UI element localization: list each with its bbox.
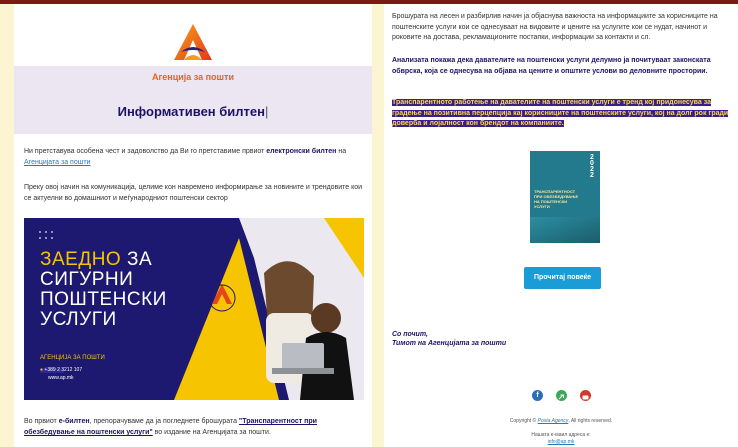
intro-paragraph-2: Преку овој начин на комуникација, целиме…: [24, 184, 363, 202]
read-more-button[interactable]: Прочитај повеќе: [524, 267, 601, 289]
banner-agency: АГЕНЦИЈА ЗА ПОШТИ: [40, 355, 105, 361]
newsletter-right-column: Брошурата на лесен и разбирлив начин ја …: [384, 4, 738, 447]
analysis-paragraph: Анализата покажа дека давателите на пошт…: [392, 57, 711, 75]
website-icon[interactable]: [556, 390, 567, 401]
facebook-icon[interactable]: f: [532, 390, 543, 401]
copyright-link[interactable]: Posta Agency: [538, 418, 569, 424]
copyright: Copyright © Posta Agency, All rights res…: [509, 418, 613, 424]
brochure-description: Брошурата на лесен и разбирлив начин ја …: [392, 13, 718, 41]
banner-phone: ● +389 2 3212 107: [40, 367, 83, 373]
agency-name: Агенција за пошти: [152, 72, 234, 82]
email-label: Нашата е-маил адреса е:: [531, 432, 591, 438]
agency-logo-icon: [174, 24, 212, 60]
signature-line-1: Со почит,: [392, 331, 428, 338]
cover-year: 2022: [590, 154, 594, 179]
banner-web: www.ap.mk: [48, 375, 74, 381]
cover-title: ТРАНСПАРЕНТНОСТ ПРИ ОБЕЗБЕДУВАЊЕ НА ПОШТ…: [534, 189, 579, 209]
brochure-cover[interactable]: 2022 ТРАНСПАРЕНТНОСТ ПРИ ОБЕЗБЕДУВАЊЕ НА…: [530, 151, 600, 243]
footer-panel: Со почит, Тимот на Агенцијата за пошти f…: [384, 301, 738, 447]
youtube-icon[interactable]: [580, 390, 591, 401]
signature-line-2: Тимот на Агенцијата за пошти: [392, 340, 507, 347]
logo-area: [14, 8, 372, 70]
intro-paragraph-1: Ни претставува особена чест и задоволств…: [24, 148, 347, 166]
email-link[interactable]: info@ap.mk: [384, 439, 738, 445]
newsletter-left-column: Агенција за пошти Информативен билтен| Н…: [14, 4, 372, 447]
campaign-banner: ЗАЕДНО ЗА СИГУРНИ ПОШТЕНСКИ УСЛУГИ АГЕНЦ…: [24, 218, 364, 400]
agency-link[interactable]: Агенцијата за пошти: [24, 159, 90, 166]
outro-paragraph: Во првиот е-билтен, препорачуваме да ја …: [24, 418, 317, 436]
page-title: Информативен билтен|: [117, 104, 269, 119]
banner-headline: ЗАЕДНО ЗА СИГУРНИ ПОШТЕНСКИ УСЛУГИ: [40, 249, 167, 330]
transparency-paragraph: Транспарентното работење на давателите н…: [392, 99, 729, 127]
